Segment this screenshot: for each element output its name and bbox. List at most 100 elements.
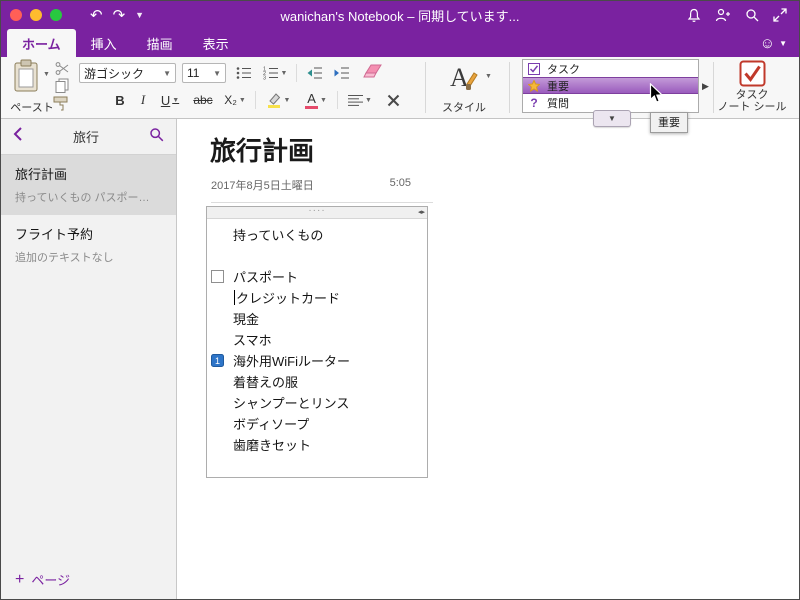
app-body: 旅行 旅行計画 持っていくもの パスポー… フライト予約 追加のテキストなし +…	[1, 119, 799, 599]
note-heading-row[interactable]: 持っていくもの	[207, 224, 427, 245]
tab-view-label: 表示	[202, 36, 229, 52]
note-item-row[interactable]: 着替えの服	[207, 371, 427, 392]
note-item-text: 着替えの服	[233, 375, 299, 390]
highlight-color-button[interactable]: ▼	[261, 90, 295, 110]
format-painter-button[interactable]	[53, 96, 69, 117]
note-content: 持っていくもの パスポート クレジットカード 現金 スマホ 1 海外用WiFiル…	[207, 219, 427, 455]
scissors-icon	[55, 62, 69, 75]
note-empty-row[interactable]	[207, 245, 427, 266]
tab-draw[interactable]: 描画	[132, 29, 188, 57]
tag-item-task[interactable]: タスク	[523, 60, 698, 77]
note-item-row[interactable]: 1 海外用WiFiルーター	[207, 350, 427, 371]
minimize-button[interactable]	[30, 9, 42, 21]
note-item-text: 現金	[233, 312, 260, 327]
tab-insert[interactable]: 挿入	[76, 29, 132, 57]
expand-fullscreen-icon[interactable]	[773, 8, 787, 22]
tag-item-question[interactable]: ? 質問	[523, 94, 698, 111]
styles-button[interactable]: A	[445, 60, 479, 99]
clear-formatting-button[interactable]	[359, 61, 387, 81]
eraser-icon	[363, 64, 382, 77]
italic-button[interactable]: I	[133, 90, 153, 110]
subscript-label: X₂	[224, 93, 237, 107]
tab-home[interactable]: ホーム	[7, 29, 76, 57]
subscript-button[interactable]: X₂ ▼	[219, 90, 251, 110]
note-item-row[interactable]: スマホ	[207, 329, 427, 350]
strikethrough-button[interactable]: abc	[189, 90, 217, 110]
chevron-down-icon: ▼	[320, 96, 327, 104]
underline-label: U	[160, 92, 171, 108]
font-name-select[interactable]: 游ゴシック ▼	[79, 63, 176, 83]
paste-button[interactable]	[12, 59, 40, 98]
decrease-indent-button[interactable]	[302, 63, 326, 83]
note-item-text: 歯磨きセット	[233, 438, 312, 453]
page-list-item-flight-booking[interactable]: フライト予約 追加のテキストなし	[1, 215, 176, 275]
paragraph-align-button[interactable]: ▼	[343, 90, 377, 110]
page-list-item-travel-plan[interactable]: 旅行計画 持っていくもの パスポー…	[1, 155, 176, 215]
note-item-row[interactable]: シャンプーとリンス	[207, 392, 427, 413]
indent-icon	[334, 67, 349, 79]
note-item-row[interactable]: ボディソープ	[207, 413, 427, 434]
note-item-row[interactable]: 現金	[207, 308, 427, 329]
tab-view[interactable]: 表示	[188, 29, 244, 57]
close-button[interactable]	[10, 9, 22, 21]
sidebar-search-icon[interactable]	[149, 127, 164, 147]
add-page-label: ページ	[31, 573, 71, 588]
tag-task-label: タスク	[547, 63, 580, 76]
notifications-bell-icon[interactable]	[687, 8, 701, 23]
bold-button[interactable]: B	[109, 90, 131, 110]
paste-chevron-down-icon[interactable]: ▼	[43, 71, 50, 78]
numbered-list-button[interactable]: 1 2 3 ▼	[259, 63, 291, 83]
tag-gallery-dropdown-button[interactable]: ▼	[593, 110, 631, 127]
back-chevron-icon[interactable]	[13, 126, 23, 147]
styles-chevron-down-icon[interactable]: ▼	[485, 73, 492, 80]
toolbar-chevron-down-icon[interactable]: ▼	[135, 10, 144, 20]
share-add-person-icon[interactable]	[715, 8, 731, 22]
titlebar-actions	[687, 8, 787, 23]
zoom-button[interactable]	[50, 9, 62, 21]
titlebar: ↶ ↷ ▼ wanichan's Notebook – 同期しています...	[1, 1, 799, 29]
chevron-down-icon: ▼	[365, 96, 372, 104]
note-item-row[interactable]: パスポート	[207, 266, 427, 287]
drag-handle-dots-icon: ····	[308, 205, 326, 216]
tag-item-important[interactable]: 重要	[523, 77, 698, 94]
note-item-row[interactable]: クレジットカード	[207, 287, 427, 308]
feedback-smiley-button[interactable]: ☺ ▼	[760, 29, 787, 57]
add-page-button[interactable]: + ページ	[15, 570, 70, 589]
tag-scroll-right-icon[interactable]: ▶	[702, 81, 709, 92]
search-icon[interactable]	[745, 8, 759, 22]
resize-arrows-icon[interactable]: ◂▸	[418, 207, 425, 219]
bullet-list-button[interactable]	[233, 63, 255, 83]
row-marker	[207, 270, 233, 283]
page-title[interactable]: 旅行計画	[210, 131, 314, 168]
redo-icon[interactable]: ↷	[113, 6, 126, 24]
blue-note-tag-icon[interactable]: 1	[211, 354, 224, 367]
chevron-down-icon: ▼	[280, 69, 288, 77]
bullet-list-icon	[236, 67, 251, 79]
checkbox-icon	[528, 62, 540, 75]
style-a-brush-icon: A	[450, 63, 478, 92]
underline-button[interactable]: U ▼	[155, 90, 185, 110]
task-note-seal-button[interactable]	[739, 60, 766, 92]
font-color-button[interactable]: A ▼	[299, 90, 333, 110]
note-heading: 持っていくもの	[233, 228, 324, 243]
chevron-down-icon: ▼	[238, 96, 246, 104]
font-size-select[interactable]: 11 ▼	[182, 63, 226, 83]
note-item-text: スマホ	[233, 333, 272, 348]
page-canvas[interactable]: 旅行計画 2017年8月5日土曜日 5:05 ···· ◂▸ 持っていくもの パ…	[177, 119, 799, 599]
note-item-row[interactable]: 歯磨きセット	[207, 434, 427, 455]
note-drag-handle[interactable]: ···· ◂▸	[207, 205, 427, 219]
delete-button[interactable]	[381, 90, 405, 110]
styles-label: スタイル	[442, 102, 486, 114]
task-seal-check-icon	[739, 60, 766, 87]
copy-button[interactable]	[55, 78, 69, 98]
note-container[interactable]: ···· ◂▸ 持っていくもの パスポート クレジットカード 現金 スマホ 1 …	[206, 205, 428, 478]
note-item-text: ボディソープ	[233, 417, 310, 432]
row-marker: 1	[207, 354, 233, 367]
highlighter-icon	[267, 93, 280, 108]
plus-icon: +	[15, 570, 25, 588]
undo-icon[interactable]: ↶	[90, 6, 103, 24]
text-caret	[234, 290, 235, 305]
todo-checkbox[interactable]	[211, 270, 224, 283]
increase-indent-button[interactable]	[329, 63, 353, 83]
chevron-down-icon: ▼	[213, 68, 221, 78]
